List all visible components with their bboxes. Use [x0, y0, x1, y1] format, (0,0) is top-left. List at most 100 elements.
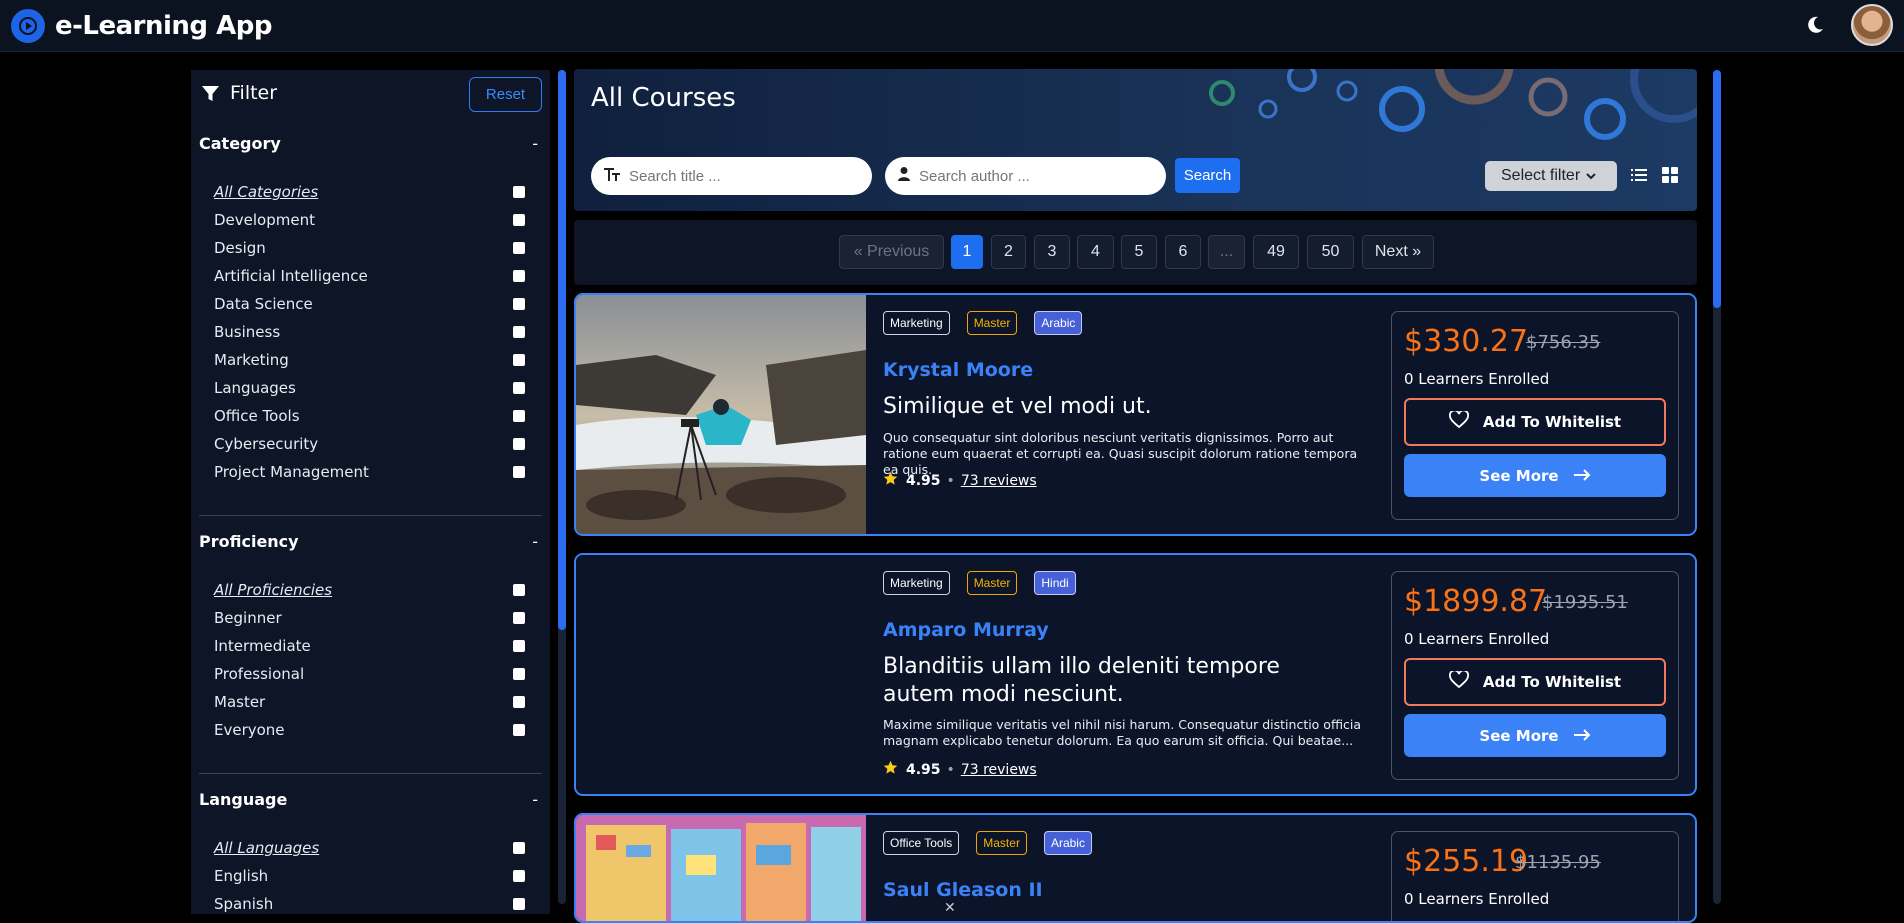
course-thumbnail[interactable] — [576, 815, 866, 923]
course-author[interactable]: Krystal Moore — [883, 359, 1033, 381]
filter-option-label[interactable]: Intermediate — [214, 637, 311, 655]
filter-checkbox[interactable] — [513, 410, 525, 422]
course-thumbnail[interactable] — [576, 555, 866, 794]
page-button-4[interactable]: 4 — [1077, 235, 1114, 269]
title-search-field[interactable] — [591, 157, 872, 195]
filter-option-label[interactable]: Data Science — [214, 295, 313, 313]
star-icon — [883, 760, 898, 779]
chevron-down-icon — [1586, 167, 1596, 185]
title-search-input[interactable] — [627, 166, 847, 186]
filter-checkbox[interactable] — [513, 242, 525, 254]
sidebar-scrollbar-thumb[interactable] — [558, 70, 566, 630]
filter-option-label[interactable]: English — [214, 867, 268, 885]
filter-checkbox[interactable] — [513, 870, 525, 882]
see-more-button[interactable]: See More — [1404, 454, 1666, 497]
filter-checkbox[interactable] — [513, 898, 525, 910]
filter-option-label[interactable]: Development — [214, 211, 315, 229]
course-card[interactable]: Marketing Master Arabic Krystal Moore Si… — [574, 293, 1697, 536]
filter-option-label[interactable]: Professional — [214, 665, 304, 683]
enrolled-count: 0 Learners Enrolled — [1404, 890, 1550, 908]
filter-checkbox[interactable] — [513, 612, 525, 624]
filter-option-label[interactable]: Spanish — [214, 895, 273, 913]
filter-checkbox[interactable] — [513, 668, 525, 680]
filter-option-label[interactable]: Business — [214, 323, 280, 341]
filter-checkbox[interactable] — [513, 298, 525, 310]
main-scrollbar[interactable] — [1713, 70, 1721, 904]
filter-option-all[interactable]: All Proficiencies — [214, 581, 332, 599]
courses-header: All Courses Search Select filter — [574, 69, 1697, 211]
filter-option-label[interactable]: Office Tools — [214, 407, 300, 425]
brand[interactable]: e-Learning App — [11, 8, 272, 43]
filter-checkbox[interactable] — [513, 584, 525, 596]
filter-checkbox[interactable] — [513, 724, 525, 736]
course-title[interactable]: Similique et vel modi ut. — [883, 393, 1343, 421]
enrolled-count: 0 Learners Enrolled — [1404, 630, 1550, 648]
dark-mode-toggle-icon[interactable] — [1804, 14, 1826, 36]
category-section-header[interactable]: Category - — [191, 128, 550, 158]
next-page-button[interactable]: Next » — [1362, 235, 1434, 269]
filter-checkbox[interactable] — [513, 214, 525, 226]
course-card[interactable]: Office Tools Master Arabic Saul Gleason … — [574, 813, 1697, 923]
page-button-5[interactable]: 5 — [1121, 235, 1157, 269]
proficiency-section-header[interactable]: Proficiency - — [191, 526, 550, 556]
author-search-input[interactable] — [917, 166, 1137, 186]
page-button-6[interactable]: 6 — [1165, 235, 1201, 269]
add-to-whitelist-label: Add To Whitelist — [1482, 413, 1622, 431]
course-author[interactable]: Amparo Murray — [883, 619, 1049, 641]
sidebar-scrollbar[interactable] — [558, 70, 566, 904]
filter-checkbox[interactable] — [513, 186, 525, 198]
grid-view-icon[interactable] — [1662, 167, 1678, 187]
filter-option-label[interactable]: Project Management — [214, 463, 369, 481]
language-tag: Hindi — [1034, 571, 1076, 595]
language-collapse-toggle[interactable]: - — [532, 790, 538, 809]
proficiency-collapse-toggle[interactable]: - — [532, 532, 538, 551]
filter-option-label[interactable]: Master — [214, 693, 265, 711]
page-button-3[interactable]: 3 — [1034, 235, 1070, 269]
page-button-50[interactable]: 50 — [1307, 235, 1354, 269]
category-collapse-toggle[interactable]: - — [532, 134, 538, 153]
page-button-1[interactable]: 1 — [951, 235, 983, 269]
filter-option-all[interactable]: All Languages — [214, 839, 319, 857]
page-button-49[interactable]: 49 — [1253, 235, 1299, 269]
previous-page-button[interactable]: « Previous — [839, 235, 944, 269]
filter-select[interactable]: Select filter — [1485, 161, 1617, 191]
filter-checkbox[interactable] — [513, 354, 525, 366]
filter-checkbox[interactable] — [513, 640, 525, 652]
reset-button[interactable]: Reset — [469, 77, 542, 112]
filter-option-label[interactable]: Cybersecurity — [214, 435, 318, 453]
filter-checkbox[interactable] — [513, 696, 525, 708]
text-format-icon — [603, 166, 621, 186]
price-box: $255.19 $1135.95 0 Learners Enrolled — [1391, 831, 1679, 921]
course-author[interactable]: Saul Gleason II — [883, 879, 1043, 901]
separator-dot: • — [946, 472, 955, 489]
language-section-header[interactable]: Language - — [191, 784, 550, 814]
reviews-link[interactable]: 73 reviews — [961, 473, 1037, 489]
course-thumbnail[interactable] — [576, 295, 866, 536]
page-button-2[interactable]: 2 — [991, 235, 1026, 269]
filter-checkbox[interactable] — [513, 438, 525, 450]
filter-checkbox[interactable] — [513, 326, 525, 338]
filter-option-label[interactable]: Design — [214, 239, 266, 257]
filter-checkbox[interactable] — [513, 466, 525, 478]
user-avatar[interactable] — [1851, 4, 1893, 46]
list-view-icon[interactable] — [1631, 167, 1647, 186]
filter-option-label[interactable]: Beginner — [214, 609, 282, 627]
author-search-field[interactable] — [885, 157, 1166, 195]
course-title[interactable]: Blanditiis ullam illo deleniti tempore a… — [883, 653, 1343, 709]
main-scrollbar-thumb[interactable] — [1713, 70, 1721, 308]
filter-option-label[interactable]: Artificial Intelligence — [214, 267, 368, 285]
search-button[interactable]: Search — [1175, 158, 1240, 193]
reviews-link[interactable]: 73 reviews — [961, 762, 1037, 778]
see-more-button[interactable]: See More — [1404, 714, 1666, 757]
filter-option-label[interactable]: Languages — [214, 379, 296, 397]
filter-checkbox[interactable] — [513, 382, 525, 394]
filter-checkbox[interactable] — [513, 270, 525, 282]
add-to-whitelist-button[interactable]: Add To Whitelist — [1404, 398, 1666, 446]
course-card[interactable]: Marketing Master Hindi Amparo Murray Bla… — [574, 553, 1697, 796]
add-to-whitelist-button[interactable]: Add To Whitelist — [1404, 658, 1666, 706]
filter-option-label[interactable]: Everyone — [214, 721, 285, 739]
divider — [199, 773, 542, 774]
filter-checkbox[interactable] — [513, 842, 525, 854]
filter-option-all[interactable]: All Categories — [214, 183, 318, 201]
filter-option-label[interactable]: Marketing — [214, 351, 289, 369]
